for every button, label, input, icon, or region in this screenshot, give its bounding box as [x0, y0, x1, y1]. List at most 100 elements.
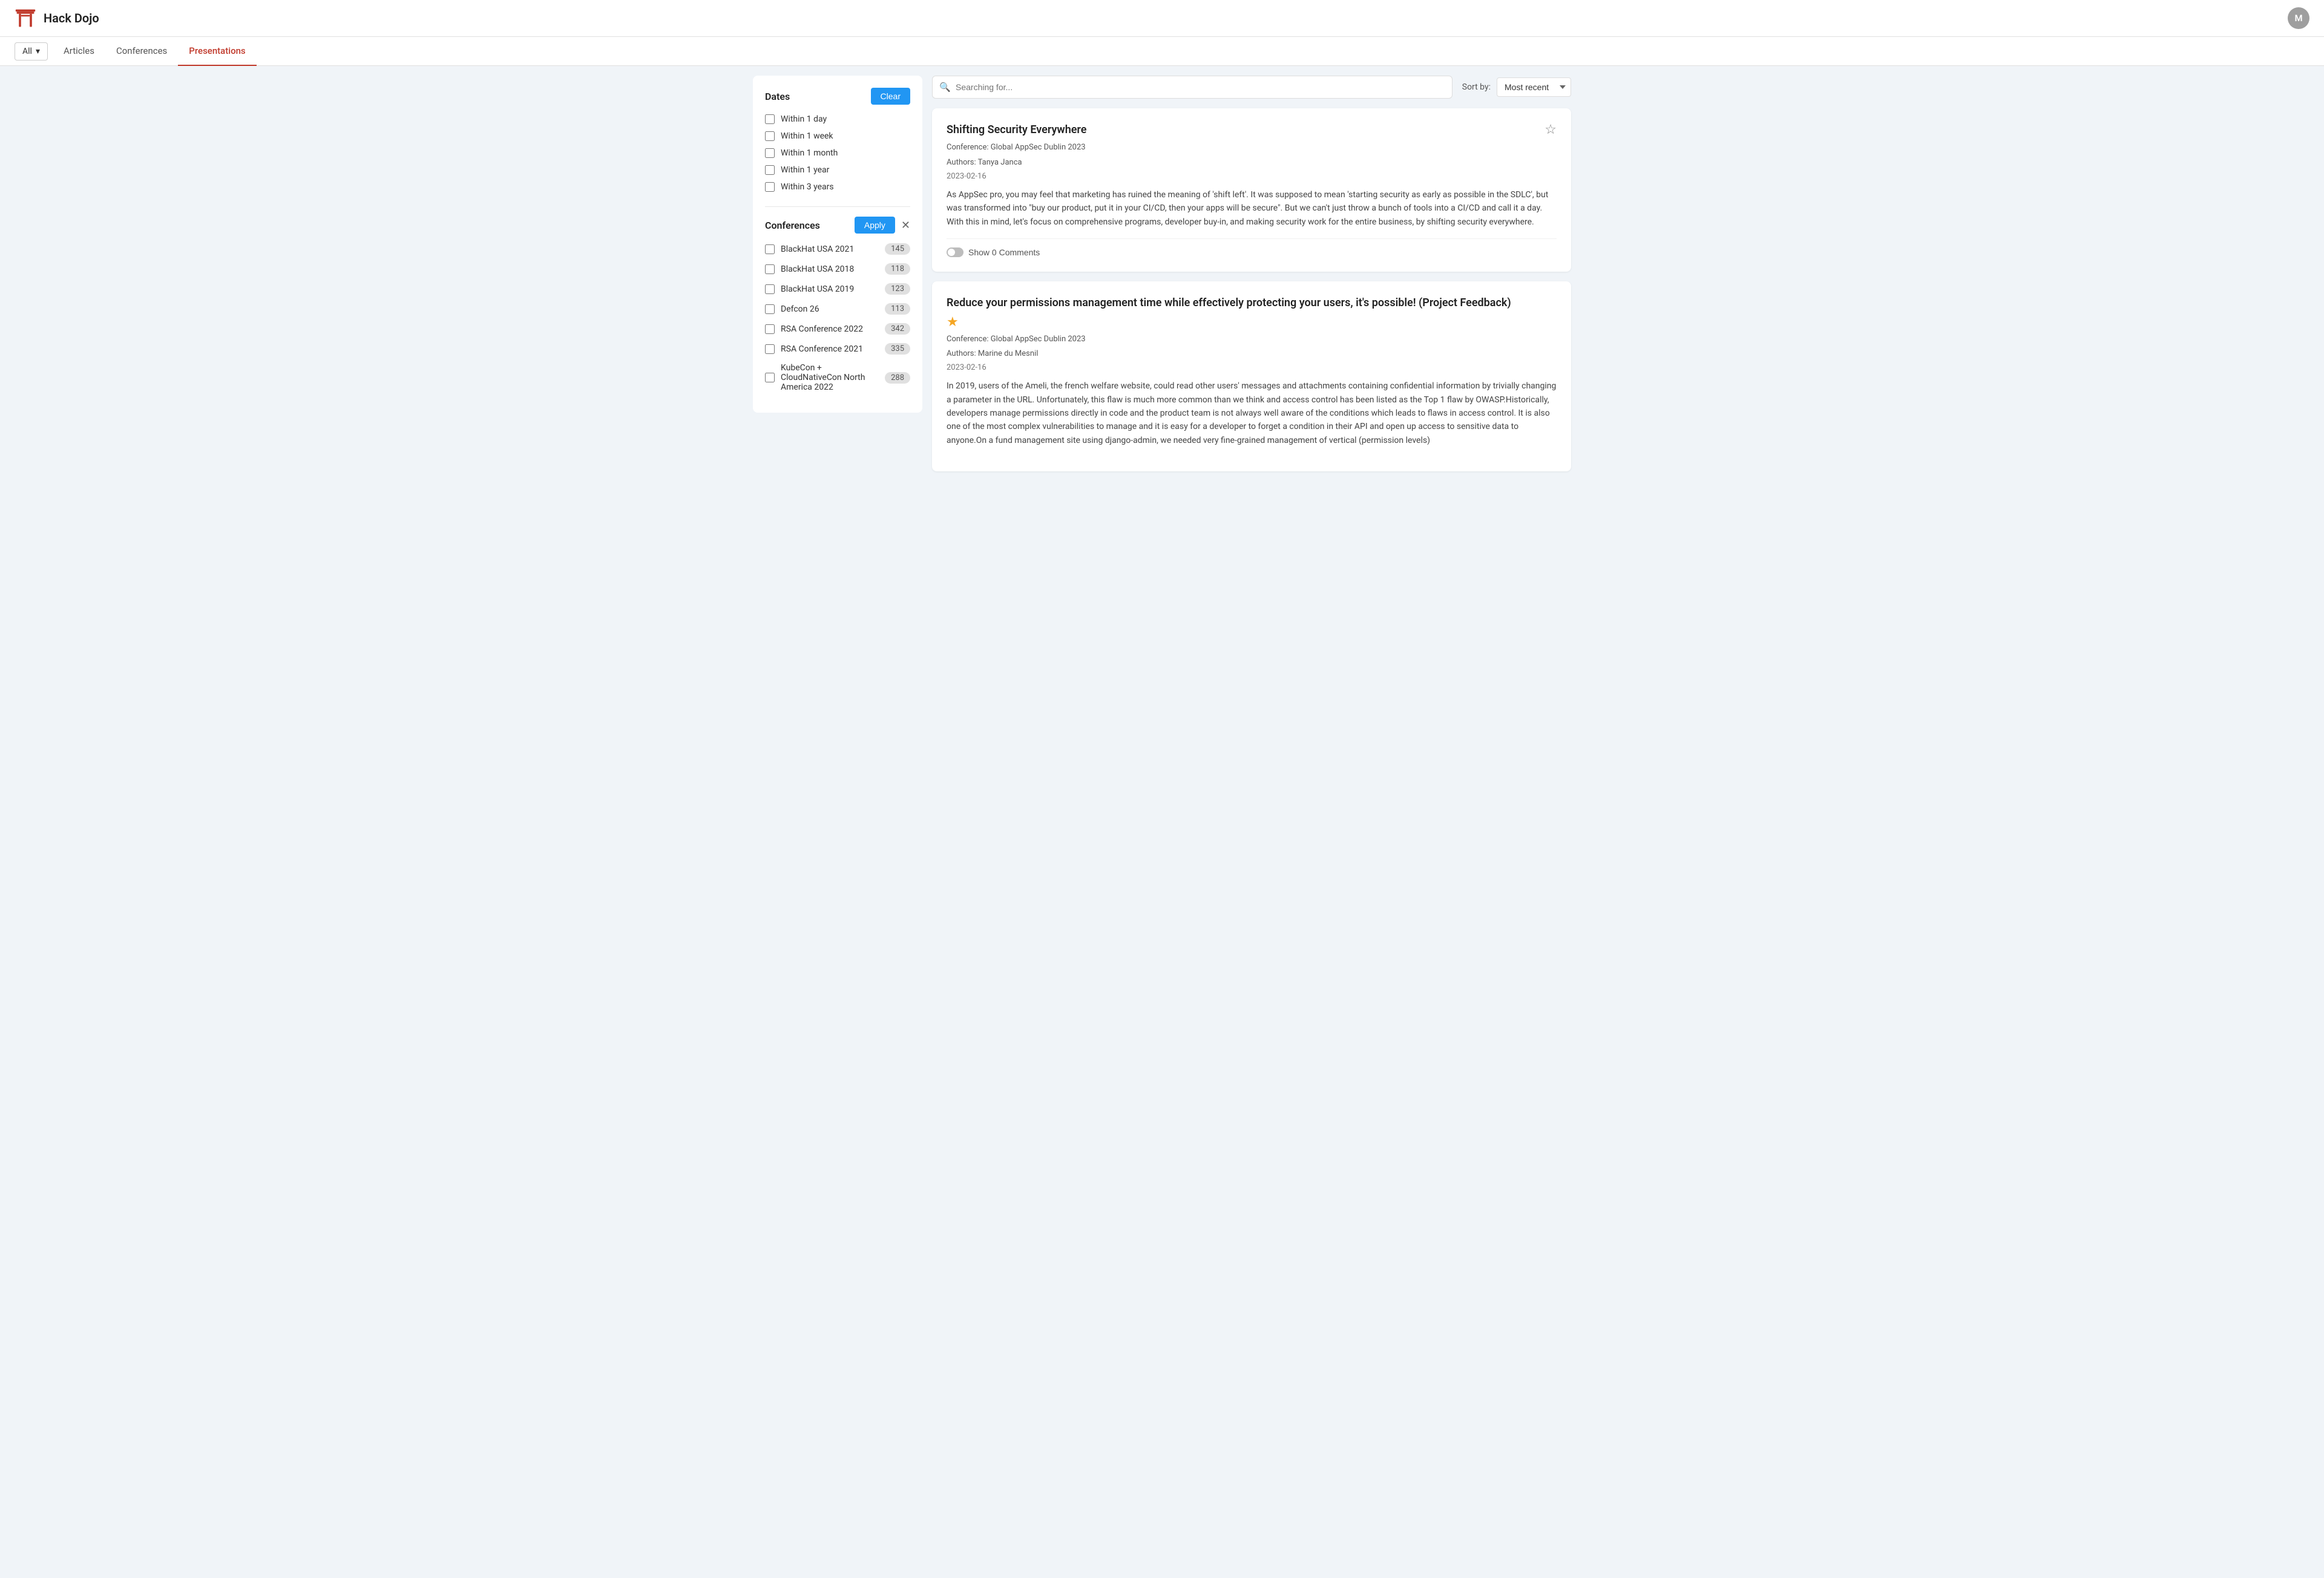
conference-blackhat-2018[interactable]: BlackHat USA 2018 118 — [765, 263, 910, 275]
tab-all-label: All — [22, 47, 32, 56]
card2-date: 2023-02-16 — [947, 363, 1557, 372]
sort-label: Sort by: — [1462, 82, 1491, 92]
clear-button[interactable]: Clear — [871, 88, 910, 105]
conference-label-blackhat-2021: BlackHat USA 2021 — [781, 244, 879, 254]
conferences-actions: Apply ✕ — [855, 217, 910, 234]
card2-conference: Conference: Global AppSec Dublin 2023 — [947, 333, 1557, 346]
apply-button[interactable]: Apply — [855, 217, 895, 234]
filter-within-month[interactable]: Within 1 month — [765, 148, 910, 158]
card1-footer: Show 0 Comments — [947, 238, 1557, 257]
conference-label-rsa-2022: RSA Conference 2022 — [781, 324, 879, 334]
card1-comments-label: Show 0 Comments — [968, 247, 1040, 257]
header: Hack Dojo M — [0, 0, 2324, 37]
chevron-down-icon: ▾ — [36, 47, 40, 56]
filter-within-3years[interactable]: Within 3 years — [765, 182, 910, 192]
label-within-year: Within 1 year — [781, 165, 829, 175]
card1-star-button[interactable]: ☆ — [1537, 123, 1557, 136]
checkbox-rsa-2021[interactable] — [765, 344, 775, 354]
card2-description: In 2019, users of the Ameli, the french … — [947, 379, 1557, 447]
conference-kubecon-2022[interactable]: KubeCon + CloudNativeCon North America 2… — [765, 363, 910, 392]
search-sort-row: 🔍 Sort by: Most recent Oldest Most popul… — [932, 76, 1571, 99]
date-filters: Within 1 day Within 1 week Within 1 mont… — [765, 114, 910, 192]
conferences-section-header: Conferences Apply ✕ — [765, 217, 910, 234]
filter-within-year[interactable]: Within 1 year — [765, 165, 910, 175]
conference-count-rsa-2021: 335 — [885, 343, 910, 355]
conference-count-blackhat-2021: 145 — [885, 243, 910, 255]
tab-articles-label: Articles — [64, 45, 94, 56]
conference-label-rsa-2021: RSA Conference 2021 — [781, 344, 879, 354]
checkbox-blackhat-2021[interactable] — [765, 244, 775, 254]
card2-authors: Authors: Marine du Mesnil — [947, 348, 1557, 361]
dates-title: Dates — [765, 91, 790, 102]
conference-rsa-2022[interactable]: RSA Conference 2022 342 — [765, 323, 910, 335]
toggle-icon — [947, 247, 963, 257]
card1-comments-toggle[interactable]: Show 0 Comments — [947, 247, 1040, 257]
conference-label-kubecon-2022: KubeCon + CloudNativeCon North America 2… — [781, 363, 879, 392]
card2-header: Reduce your permissions management time … — [947, 296, 1557, 310]
conference-filters: BlackHat USA 2021 145 BlackHat USA 2018 … — [765, 243, 910, 392]
tab-articles[interactable]: Articles — [53, 37, 105, 66]
tab-presentations[interactable]: Presentations — [178, 37, 256, 66]
card1-header: Shifting Security Everywhere ☆ — [947, 123, 1557, 137]
sidebar: Dates Clear Within 1 day Within 1 week W… — [753, 76, 922, 413]
checkbox-rsa-2022[interactable] — [765, 324, 775, 334]
card1-date: 2023-02-16 — [947, 172, 1557, 181]
conference-label-blackhat-2018: BlackHat USA 2018 — [781, 264, 879, 274]
filter-within-day[interactable]: Within 1 day — [765, 114, 910, 124]
conference-rsa-2021[interactable]: RSA Conference 2021 335 — [765, 343, 910, 355]
checkbox-within-3years[interactable] — [765, 182, 775, 192]
label-within-day: Within 1 day — [781, 114, 827, 124]
close-icon[interactable]: ✕ — [901, 219, 910, 232]
label-within-week: Within 1 week — [781, 131, 833, 141]
conference-count-blackhat-2019: 123 — [885, 283, 910, 295]
card2-star-button[interactable]: ★ — [947, 315, 959, 329]
conference-count-kubecon-2022: 288 — [885, 372, 910, 384]
logo-icon — [15, 7, 36, 29]
tab-conferences[interactable]: Conferences — [105, 37, 178, 66]
conference-count-blackhat-2018: 118 — [885, 263, 910, 275]
content-area: 🔍 Sort by: Most recent Oldest Most popul… — [932, 76, 1571, 471]
filter-within-week[interactable]: Within 1 week — [765, 131, 910, 141]
card2-title: Reduce your permissions management time … — [947, 296, 1557, 310]
conference-count-rsa-2022: 342 — [885, 323, 910, 335]
app-title: Hack Dojo — [44, 11, 99, 25]
card1-authors: Authors: Tanya Janca — [947, 157, 1557, 169]
conference-label-blackhat-2019: BlackHat USA 2019 — [781, 284, 879, 294]
checkbox-within-day[interactable] — [765, 114, 775, 124]
checkbox-within-month[interactable] — [765, 148, 775, 158]
search-input-wrap: 🔍 — [932, 76, 1452, 99]
card1-description: As AppSec pro, you may feel that marketi… — [947, 188, 1557, 229]
checkbox-within-week[interactable] — [765, 131, 775, 141]
sort-select[interactable]: Most recent Oldest Most popular — [1497, 77, 1571, 97]
checkbox-blackhat-2019[interactable] — [765, 284, 775, 294]
dates-section-header: Dates Clear — [765, 88, 910, 105]
search-input[interactable] — [932, 76, 1452, 99]
conference-label-defcon-26: Defcon 26 — [781, 304, 879, 314]
checkbox-kubecon-2022[interactable] — [765, 373, 775, 382]
label-within-month: Within 1 month — [781, 148, 838, 158]
tab-presentations-label: Presentations — [189, 45, 245, 56]
checkbox-blackhat-2018[interactable] — [765, 264, 775, 274]
presentation-card-1: Shifting Security Everywhere ☆ Conferenc… — [932, 108, 1571, 272]
conferences-title: Conferences — [765, 220, 820, 231]
search-icon: 🔍 — [939, 82, 951, 93]
conference-defcon-26[interactable]: Defcon 26 113 — [765, 303, 910, 315]
sidebar-divider — [765, 206, 910, 207]
card2-star-row: ★ — [947, 315, 1557, 329]
card1-conference: Conference: Global AppSec Dublin 2023 — [947, 142, 1557, 154]
conference-count-defcon-26: 113 — [885, 303, 910, 315]
tab-conferences-label: Conferences — [116, 45, 167, 56]
label-within-3years: Within 3 years — [781, 182, 834, 192]
conference-blackhat-2021[interactable]: BlackHat USA 2021 145 — [765, 243, 910, 255]
header-left: Hack Dojo — [15, 7, 99, 29]
checkbox-defcon-26[interactable] — [765, 304, 775, 314]
sort-row: Sort by: Most recent Oldest Most popular — [1462, 77, 1571, 97]
conference-blackhat-2019[interactable]: BlackHat USA 2019 123 — [765, 283, 910, 295]
checkbox-within-year[interactable] — [765, 165, 775, 175]
presentation-card-2: Reduce your permissions management time … — [932, 281, 1571, 471]
tab-all[interactable]: All ▾ — [15, 42, 48, 61]
main-content: Dates Clear Within 1 day Within 1 week W… — [738, 66, 1586, 481]
nav-tabs: All ▾ Articles Conferences Presentations — [0, 37, 2324, 66]
avatar[interactable]: M — [2288, 7, 2309, 29]
card1-title: Shifting Security Everywhere — [947, 123, 1537, 137]
